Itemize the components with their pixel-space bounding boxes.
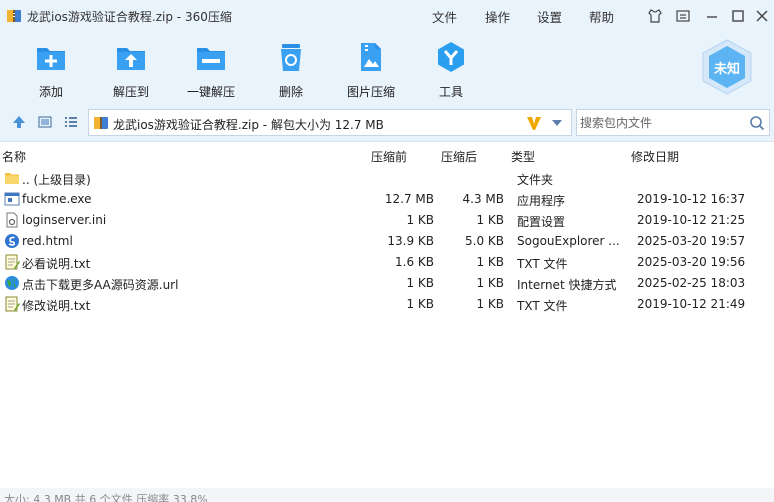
search-box[interactable] <box>576 109 770 136</box>
up-arrow-icon[interactable] <box>11 114 27 130</box>
menu-settings[interactable]: 设置 <box>537 7 562 26</box>
skin-icon[interactable] <box>646 7 664 25</box>
column-size[interactable]: 压缩前 <box>371 148 407 165</box>
menu-operate[interactable]: 操作 <box>485 7 510 26</box>
extract-to-icon <box>117 48 145 70</box>
search-icon[interactable] <box>749 115 765 131</box>
thumbnail-view-icon[interactable] <box>37 114 53 130</box>
folder-icon <box>5 173 19 184</box>
url-icon <box>5 276 19 290</box>
table-row[interactable]: 点击下载更多AA源码资源.url 1 KB 1 KB Internet 快捷方式… <box>0 273 774 294</box>
txt-icon <box>5 254 20 270</box>
delete-icon <box>281 44 301 71</box>
image-compress-button[interactable]: 图片压缩 <box>336 40 406 100</box>
add-button[interactable]: 添加 <box>16 40 86 100</box>
list-view-icon[interactable] <box>63 114 79 130</box>
address-path: 龙武ios游戏验证合教程.zip - 解包大小为 12.7 MB <box>113 118 384 132</box>
add-icon <box>37 48 65 70</box>
address-field[interactable]: 龙武ios游戏验证合教程.zip - 解包大小为 12.7 MB <box>88 109 572 136</box>
badge-label: 未知 <box>713 62 740 77</box>
address-bar: 龙武ios游戏验证合教程.zip - 解包大小为 12.7 MB <box>0 102 774 142</box>
title-bar: 龙武ios游戏验证合教程.zip - 360压缩 文件 操作 设置 帮助 <box>0 0 774 32</box>
toolbar: 添加 解压到 一键解压 删除 图片压缩 工具 未知 <box>0 32 774 102</box>
one-click-extract-icon <box>197 48 225 70</box>
table-row[interactable]: red.html 13.9 KB 5.0 KB SogouExplorer ..… <box>0 231 774 252</box>
dropdown-arrow-icon[interactable] <box>551 118 563 128</box>
status-bar: 大小: 4.3 MB 共 6 个文件 压缩率 33.8% <box>0 488 774 502</box>
column-header: 名称 压缩前 压缩后 类型 修改日期 <box>0 145 774 165</box>
file-list: .. (上级目录) 文件夹 fuckme.exe 12.7 MB 4.3 MB … <box>0 168 774 315</box>
close-icon[interactable] <box>753 7 771 25</box>
image-compress-icon <box>361 43 381 71</box>
column-name[interactable]: 名称 <box>2 148 26 165</box>
maximize-icon[interactable] <box>729 7 747 25</box>
feedback-icon[interactable] <box>674 7 692 25</box>
status-text: 大小: 4.3 MB 共 6 个文件 压缩率 33.8% <box>4 493 208 502</box>
table-row[interactable]: fuckme.exe 12.7 MB 4.3 MB 应用程序 2019-10-1… <box>0 189 774 210</box>
menu-file[interactable]: 文件 <box>432 7 457 26</box>
menu-help[interactable]: 帮助 <box>589 7 614 26</box>
tools-button[interactable]: 工具 <box>416 40 486 100</box>
window-title: 龙武ios游戏验证合教程.zip - 360压缩 <box>27 10 232 24</box>
zip-file-icon <box>94 117 108 129</box>
column-compressed[interactable]: 压缩后 <box>441 148 477 165</box>
column-date[interactable]: 修改日期 <box>631 148 679 165</box>
search-input[interactable] <box>580 114 740 132</box>
v-logo-icon[interactable] <box>525 114 543 132</box>
delete-button[interactable]: 删除 <box>256 40 326 100</box>
txt-icon <box>5 296 20 312</box>
column-type[interactable]: 类型 <box>511 148 535 165</box>
table-row[interactable]: 必看说明.txt 1.6 KB 1 KB TXT 文件 2025-03-20 1… <box>0 252 774 273</box>
table-row[interactable]: loginserver.ini 1 KB 1 KB 配置设置 2019-10-1… <box>0 210 774 231</box>
archive-app-icon <box>7 10 21 22</box>
exe-icon <box>4 192 20 206</box>
table-row[interactable]: 修改说明.txt 1 KB 1 KB TXT 文件 2019-10-12 21:… <box>0 294 774 315</box>
ini-icon <box>6 212 18 228</box>
one-click-extract-button[interactable]: 一键解压 <box>176 40 246 100</box>
html-icon <box>5 234 19 248</box>
minimize-icon[interactable] <box>703 7 721 25</box>
extract-to-button[interactable]: 解压到 <box>96 40 166 100</box>
tools-icon <box>438 42 464 72</box>
table-row[interactable]: .. (上级目录) 文件夹 <box>0 168 774 189</box>
